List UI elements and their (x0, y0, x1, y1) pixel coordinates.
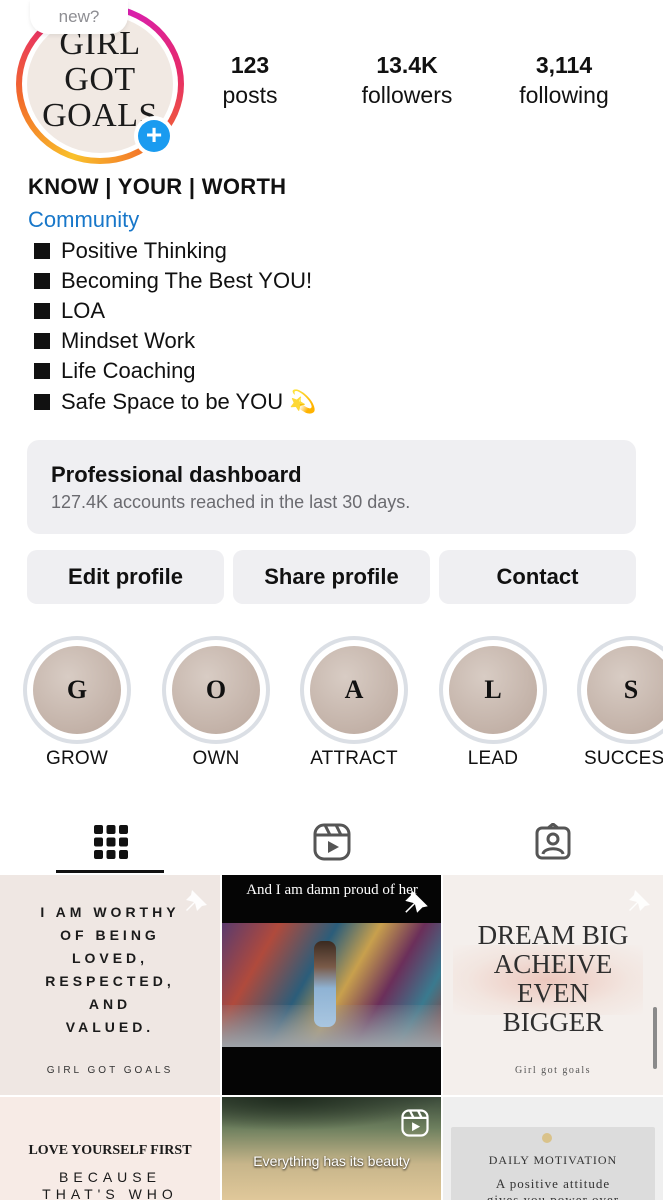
square-bullet-icon (34, 363, 50, 379)
bio-line: Life Coaching (34, 358, 196, 384)
highlight-label: LEAD (467, 748, 519, 769)
post-tile[interactable]: LOVE YOURSELF FIRST BECAUSE THAT'S WHO (0, 1097, 220, 1200)
post-quote: I AM WORTHY OF BEING LOVED, RESPECTED, A… (0, 901, 220, 1039)
highlight-cover: L (449, 646, 537, 734)
bio-text: Mindset Work (61, 328, 196, 353)
avatar-logo-line: GOT (64, 61, 136, 98)
bio-line: Mindset Work (34, 328, 195, 354)
stat-posts[interactable]: 123 posts (180, 50, 320, 110)
stat-label: followers (361, 82, 453, 108)
highlight-success[interactable]: S (577, 636, 663, 744)
professional-dashboard-card[interactable]: Professional dashboard 127.4K accounts r… (27, 440, 636, 534)
highlight-lead[interactable]: L (439, 636, 547, 744)
reels-icon (313, 823, 350, 861)
bio-text: Life Coaching (61, 358, 196, 383)
quote-line: AND (88, 996, 132, 1012)
quote-line: ACHEIVE (493, 949, 613, 979)
stat-value: 3,114 (535, 52, 593, 78)
quote-line: A positive attitude (495, 1176, 611, 1191)
stat-label: following (519, 82, 609, 108)
bio-line: LOA (34, 298, 105, 324)
highlight-own[interactable]: O (162, 636, 270, 744)
stat-value: 13.4K (376, 52, 438, 78)
tagged-icon (535, 823, 570, 860)
stat-value: 123 (230, 52, 270, 78)
post-tile[interactable]: I AM WORTHY OF BEING LOVED, RESPECTED, A… (0, 875, 220, 1095)
highlight-cover: A (310, 646, 398, 734)
square-bullet-icon (34, 303, 50, 319)
note-bubble[interactable]: new? (30, 0, 128, 34)
share-profile-button[interactable]: Share profile (233, 550, 430, 604)
highlight-label: ATTRACT (310, 748, 398, 769)
highlight-label: GROW (45, 748, 108, 769)
highlight-attract[interactable]: A (300, 636, 408, 744)
quote-line: DAILY MOTIVATION (488, 1153, 618, 1167)
profile-name: KNOW | YOUR | WORTH (28, 174, 287, 199)
post-footer: GIRL GOT GOALS (46, 1065, 174, 1076)
quote-line: gives you power over (486, 1192, 620, 1200)
highlight-grow[interactable]: G (23, 636, 131, 744)
highlight-label: SUCCES (584, 748, 663, 769)
quote-line: BECAUSE (59, 1169, 161, 1185)
quote-line: LOVE YOURSELF FIRST (28, 1143, 192, 1158)
category-label: Community (28, 207, 140, 232)
post-tile[interactable]: DAILY MOTIVATION A positive attitude giv… (443, 1097, 663, 1200)
tab-tagged[interactable] (442, 812, 663, 872)
quote-line: RESPECTED, (45, 973, 175, 989)
grid-icon (93, 825, 128, 859)
person-figure (314, 941, 336, 1027)
active-tab-indicator (56, 870, 164, 873)
bio-line: Safe Space to be YOU 💫 (34, 389, 317, 415)
highlight-cover: O (172, 646, 260, 734)
quote-line: OF BEING (60, 927, 160, 943)
dashboard-title: Professional dashboard (51, 462, 302, 487)
post-caption: Everything has its beauty (253, 1153, 410, 1169)
post-tile[interactable]: DREAM BIG ACHEIVE EVEN BIGGER Girl got g… (443, 875, 663, 1095)
plus-icon[interactable]: + (138, 120, 170, 152)
bio-text: LOA (61, 298, 106, 323)
quote-line: THAT'S WHO (42, 1186, 178, 1200)
quote-line: LOVED, (71, 950, 149, 966)
stat-followers[interactable]: 13.4K followers (337, 50, 477, 110)
post-footer: Girl got goals (515, 1065, 591, 1076)
post-quote: DREAM BIG ACHEIVE EVEN BIGGER (443, 921, 663, 1037)
contact-button[interactable]: Contact (439, 550, 636, 604)
quote-line: EVEN (517, 978, 589, 1008)
highlight-label: OWN (192, 748, 240, 769)
bio-text: Positive Thinking (61, 238, 227, 263)
reel-icon (401, 1109, 429, 1137)
square-bullet-icon (34, 273, 50, 289)
highlight-cover: G (33, 646, 121, 734)
tab-grid[interactable] (0, 812, 221, 872)
post-tile[interactable]: And I am damn proud of her (222, 875, 441, 1095)
bio-text: Safe Space to be YOU 💫 (61, 389, 317, 414)
mural-image (222, 923, 441, 1047)
quote-line: BIGGER (502, 1007, 604, 1037)
post-tile[interactable]: Everything has its beauty (222, 1097, 441, 1200)
bio-line: Becoming The Best YOU! (34, 268, 312, 294)
pin-icon (405, 890, 428, 913)
bio-line: Positive Thinking (34, 238, 227, 264)
quote-line: I AM WORTHY (40, 904, 180, 920)
pin-icon (629, 890, 650, 911)
quote-line: VALUED. (65, 1019, 155, 1035)
bio-text: Becoming The Best YOU! (61, 268, 313, 293)
tab-reels[interactable] (221, 812, 442, 872)
pin-head (542, 1133, 552, 1143)
scroll-indicator[interactable] (653, 1007, 657, 1069)
stat-label: posts (222, 82, 278, 108)
stat-following[interactable]: 3,114 following (494, 50, 634, 110)
square-bullet-icon (34, 333, 50, 349)
dashboard-subtitle: 127.4K accounts reached in the last 30 d… (51, 492, 411, 512)
edit-profile-button[interactable]: Edit profile (27, 550, 224, 604)
square-bullet-icon (34, 243, 50, 259)
quote-line: DREAM BIG (477, 920, 629, 950)
square-bullet-icon (34, 394, 50, 410)
